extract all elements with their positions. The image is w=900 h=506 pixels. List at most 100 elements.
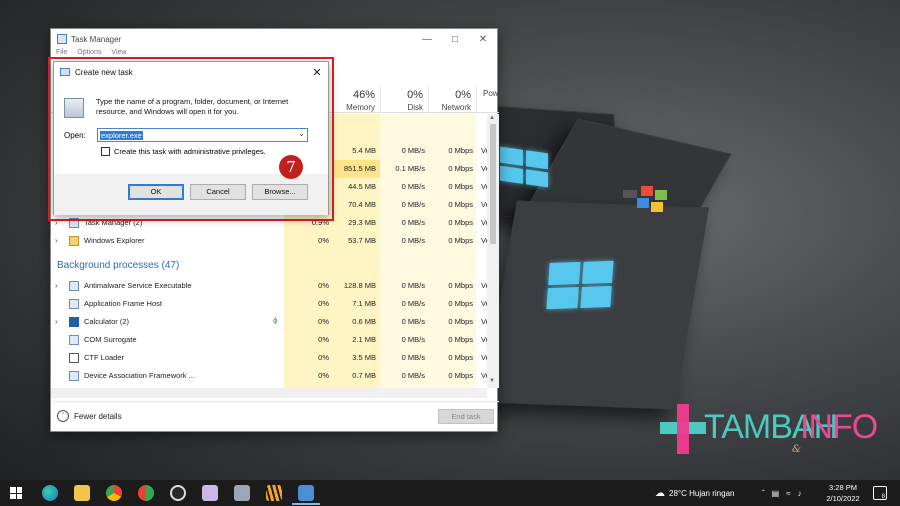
window-title: Task Manager [71, 34, 122, 44]
system-tray: ˆ ▤ ≈ ♪ [762, 480, 802, 506]
admin-privileges-checkbox[interactable]: Create this task with administrative pri… [101, 147, 266, 156]
table-row[interactable]: › Windows Explorer 0% 53.7 MB 0 MB/s 0 M… [51, 232, 487, 250]
open-combobox[interactable]: explorer.exe ⌄ [97, 128, 308, 142]
chevron-up-icon: ˆ [57, 410, 69, 422]
scroll-down-icon[interactable]: ▼ [489, 378, 495, 384]
clock[interactable]: 3:28 PM 2/10/2022 [820, 482, 866, 504]
row-memory: 5.4 MB [352, 146, 376, 155]
column-power[interactable]: Powe [476, 87, 504, 113]
row-cpu: 0% [318, 299, 329, 308]
minimize-button[interactable]: — [413, 29, 441, 49]
horizontal-scrollbar[interactable] [51, 388, 487, 398]
chevron-up-icon[interactable]: ˆ [762, 489, 765, 498]
start-button[interactable] [10, 487, 22, 499]
row-name: Windows Explorer [84, 236, 145, 245]
row-disk: 0 MB/s [401, 281, 425, 290]
row-memory: 7.1 MB [352, 299, 376, 308]
taskbar: ☁ 28°C Hujan ringan ˆ ▤ ≈ ♪ 3:28 PM 2/10… [0, 480, 900, 506]
row-memory: 53.7 MB [348, 236, 376, 245]
row-name: Device Association Framework ... [84, 371, 195, 380]
active-app-indicator [292, 503, 320, 505]
volume-icon[interactable]: ♪ [798, 489, 802, 498]
row-network: 0 Mbps [448, 146, 473, 155]
dialog-title-bar[interactable]: Create new task ✕ [54, 62, 328, 82]
table-row[interactable]: Application Frame Host 0% 7.1 MB 0 MB/s … [51, 295, 487, 313]
row-memory: 0.7 MB [352, 371, 376, 380]
watermark-text-2: INFO [800, 408, 878, 446]
row-memory: 70.4 MB [348, 200, 376, 209]
checkbox-box[interactable] [101, 147, 110, 156]
row-network: 0 Mbps [448, 371, 473, 380]
step-number-badge: 7 [279, 155, 303, 179]
section-header-background[interactable]: Background processes (47) [57, 260, 179, 271]
network-percent: 0% [455, 89, 471, 101]
row-disk: 0 MB/s [401, 299, 425, 308]
paint-icon[interactable] [202, 485, 218, 501]
weather-widget[interactable]: ☁ 28°C Hujan ringan [655, 480, 734, 506]
wifi-icon[interactable]: ≈ [786, 489, 790, 498]
screenshot-tool-icon[interactable] [234, 485, 250, 501]
table-row[interactable]: › Antimalware Service Executable 0% 128.… [51, 277, 487, 295]
row-network: 0 Mbps [448, 317, 473, 326]
weather-text: 28°C Hujan ringan [669, 488, 735, 498]
row-network: 0 Mbps [448, 182, 473, 191]
chevron-right-icon[interactable]: › [55, 281, 58, 290]
scroll-up-icon[interactable]: ▲ [489, 115, 495, 121]
task-manager-taskbar-icon[interactable] [298, 485, 314, 501]
fewer-details-button[interactable]: ˆ Fewer details [57, 410, 122, 422]
row-name: Antimalware Service Executable [84, 281, 192, 290]
open-input-value[interactable]: explorer.exe [100, 131, 143, 140]
row-cpu: 0% [318, 335, 329, 344]
chrome-icon[interactable] [106, 485, 122, 501]
row-memory: 2.1 MB [352, 335, 376, 344]
watermark-ampersand: & [792, 444, 801, 455]
row-memory: 0.6 MB [352, 317, 376, 326]
row-cpu: 0% [318, 236, 329, 245]
disk-label: Disk [407, 103, 423, 112]
table-row[interactable]: COM Surrogate 0% 2.1 MB 0 MB/s 0 Mbps Ve [51, 331, 487, 349]
browse-button[interactable]: Browse... [252, 184, 308, 200]
chevron-right-icon[interactable]: › [55, 236, 58, 245]
network-label: Network [441, 103, 471, 112]
column-memory[interactable]: 46% Memory [332, 87, 380, 113]
chevron-down-icon[interactable]: ⌄ [298, 129, 305, 138]
end-task-button[interactable]: End task [438, 409, 494, 424]
fewer-details-label: Fewer details [74, 411, 122, 421]
row-memory: 851.5 MB [343, 164, 376, 173]
notification-center-icon[interactable]: 8 [873, 486, 887, 500]
row-network: 0 Mbps [448, 299, 473, 308]
row-memory: 29.3 MB [348, 218, 376, 227]
ok-button[interactable]: OK [128, 184, 184, 200]
power-label: Powe [483, 89, 504, 98]
media-player-icon[interactable] [170, 485, 186, 501]
table-row[interactable]: › Calculator (2) ϕ 0% 0.6 MB 0 MB/s 0 Mb… [51, 313, 487, 331]
network-icon[interactable]: ▤ [772, 489, 780, 498]
com-surrogate-icon [69, 335, 79, 345]
chevron-right-icon[interactable]: › [55, 317, 58, 326]
vertical-scrollbar[interactable]: ▲ ▼ [487, 114, 499, 388]
app-icon[interactable] [266, 485, 282, 501]
maximize-button[interactable]: □ [441, 29, 469, 49]
close-button[interactable]: ✕ [469, 29, 497, 49]
watermark-logo: TAMBAH INFO & [660, 404, 900, 460]
close-icon[interactable]: ✕ [306, 66, 328, 79]
file-explorer-icon[interactable] [74, 485, 90, 501]
chrome-profile-icon[interactable] [138, 485, 154, 501]
row-disk: 0 MB/s [401, 317, 425, 326]
row-network: 0 Mbps [448, 200, 473, 209]
row-disk: 0 MB/s [401, 236, 425, 245]
memory-label: Memory [346, 103, 375, 112]
row-disk: 0 MB/s [401, 182, 425, 191]
column-disk[interactable]: 0% Disk [380, 87, 428, 113]
scrollbar-thumb[interactable] [490, 124, 496, 244]
column-network[interactable]: 0% Network [428, 87, 476, 113]
row-disk: 0 MB/s [401, 353, 425, 362]
table-row[interactable]: Device Association Framework ... 0% 0.7 … [51, 367, 487, 385]
leaf-icon: ϕ [273, 316, 278, 325]
row-network: 0 Mbps [448, 353, 473, 362]
title-bar[interactable]: Task Manager — □ ✕ [51, 29, 497, 49]
memory-percent: 46% [352, 89, 375, 101]
table-row[interactable]: CTF Loader 0% 3.5 MB 0 MB/s 0 Mbps Ve [51, 349, 487, 367]
cancel-button[interactable]: Cancel [190, 184, 246, 200]
edge-icon[interactable] [42, 485, 58, 501]
